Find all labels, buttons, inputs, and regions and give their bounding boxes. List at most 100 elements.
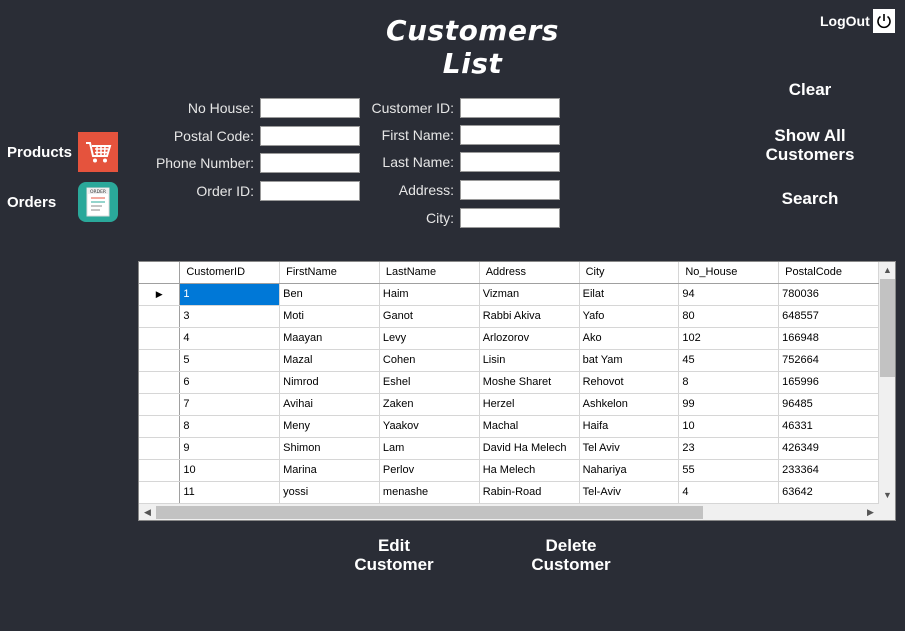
table-row[interactable]: 3 Moti Ganot Rabbi Akiva Yafo 80 648557 [139,305,879,328]
column-header[interactable]: PostalCode [778,262,879,284]
table-cell[interactable]: Eilat [579,283,680,306]
table-cell[interactable]: Moshe Sharet [479,371,580,394]
column-header[interactable]: Address [479,262,580,284]
row-header[interactable] [139,327,181,350]
table-row[interactable]: 5 Mazal Cohen Lisin bat Yam 45 752664 [139,349,879,372]
table-row[interactable]: 9 Shimon Lam David Ha Melech Tel Aviv 23 42634… [139,437,879,460]
table-cell[interactable]: 4 [179,327,281,350]
no-house-input[interactable] [260,98,360,118]
table-cell[interactable]: 102 [678,327,780,350]
delete-customer-button[interactable]: Delete Customer [520,536,622,574]
vertical-scroll-thumb[interactable] [880,279,895,377]
horizontal-scrollbar[interactable]: ◀ ▶ [139,504,879,520]
table-cell[interactable]: 99 [678,393,780,416]
table-cell[interactable]: 6 [179,371,281,394]
column-header[interactable]: LastName [379,262,480,284]
table-cell[interactable]: Ben [279,283,380,306]
table-cell[interactable]: Ashkelon [579,393,680,416]
first-name-input[interactable] [460,125,560,145]
table-cell[interactable]: 46331 [778,415,879,438]
column-header[interactable]: FirstName [279,262,380,284]
table-cell[interactable]: 426349 [778,437,879,460]
table-cell[interactable]: 3 [179,305,281,328]
table-cell[interactable]: Tel Aviv [579,437,680,460]
table-cell[interactable]: Lam [379,437,480,460]
table-cell[interactable]: 5 [179,349,281,372]
table-cell[interactable]: Mazal [279,349,380,372]
column-header[interactable]: CustomerID [179,262,281,284]
column-header[interactable]: City [579,262,680,284]
table-cell[interactable]: Cohen [379,349,480,372]
table-cell[interactable]: Arlozorov [479,327,580,350]
row-header[interactable] [139,349,181,372]
table-cell[interactable]: Perlov [379,459,480,482]
table-cell[interactable]: Moti [279,305,380,328]
table-cell[interactable]: Marina [279,459,380,482]
table-cell[interactable]: Yafo [579,305,680,328]
horizontal-scroll-thumb[interactable] [156,506,703,519]
table-cell[interactable]: Ha Melech [479,459,580,482]
table-cell[interactable]: 233364 [778,459,879,482]
table-cell[interactable]: 752664 [778,349,879,372]
row-header[interactable] [139,305,181,328]
table-cell[interactable]: 80 [678,305,780,328]
table-cell[interactable]: 8 [678,371,780,394]
table-cell[interactable]: Shimon [279,437,380,460]
table-cell[interactable]: 63642 [778,481,879,504]
table-cell[interactable]: Avihai [279,393,380,416]
table-cell[interactable]: 9 [179,437,281,460]
edit-customer-button[interactable]: Edit Customer [344,536,444,574]
table-cell[interactable]: Nahariya [579,459,680,482]
table-cell[interactable]: 23 [678,437,780,460]
address-input[interactable] [460,180,560,200]
table-row[interactable]: 4 Maayan Levy Arlozorov Ako 102 166948 [139,327,879,350]
table-cell[interactable]: Rabbi Akiva [479,305,580,328]
customer-id-input[interactable] [460,98,560,118]
table-cell[interactable]: Haifa [579,415,680,438]
table-cell[interactable]: 10 [678,415,780,438]
table-cell[interactable]: Herzel [479,393,580,416]
phone-number-input[interactable] [260,153,360,173]
table-cell[interactable]: Nimrod [279,371,380,394]
table-cell[interactable]: 1 [179,283,281,306]
table-cell[interactable]: Rabin-Road [479,481,580,504]
table-cell[interactable]: Maayan [279,327,380,350]
table-cell[interactable]: 10 [179,459,281,482]
search-button[interactable]: Search [760,189,860,208]
products-button[interactable]: Products [7,132,118,172]
table-cell[interactable]: Lisin [479,349,580,372]
table-cell[interactable]: 4 [678,481,780,504]
table-cell[interactable]: 11 [179,481,281,504]
table-cell[interactable]: 165996 [778,371,879,394]
row-header[interactable] [139,393,181,416]
customers-grid[interactable]: CustomerID FirstName LastName Address Ci… [138,261,896,521]
scroll-up-icon[interactable]: ▲ [879,262,895,279]
table-cell[interactable]: Tel-Aviv [579,481,680,504]
orders-button[interactable]: Orders ORDER [7,182,118,222]
table-row[interactable]: 7 Avihai Zaken Herzel Ashkelon 99 96485 [139,393,879,416]
table-cell[interactable]: Eshel [379,371,480,394]
logout-button[interactable]: LogOut [820,9,895,33]
table-cell[interactable]: 96485 [778,393,879,416]
table-cell[interactable]: Meny [279,415,380,438]
table-cell[interactable]: Zaken [379,393,480,416]
order-id-input[interactable] [260,181,360,201]
table-cell[interactable]: David Ha Melech [479,437,580,460]
city-input[interactable] [460,208,560,228]
scroll-down-icon[interactable]: ▼ [879,487,895,504]
column-header[interactable]: No_House [678,262,780,284]
table-row[interactable]: 6 Nimrod Eshel Moshe Sharet Rehovot 8 165996 [139,371,879,394]
table-cell[interactable]: 780036 [778,283,879,306]
table-cell[interactable]: Ako [579,327,680,350]
table-row[interactable]: ▶ 1 Ben Haim Vizman Eilat 94 780036 [139,283,879,306]
table-cell[interactable]: Rehovot [579,371,680,394]
row-header[interactable]: ▶ [139,283,181,306]
row-header[interactable] [139,371,181,394]
row-header[interactable] [139,459,181,482]
last-name-input[interactable] [460,152,560,172]
table-row[interactable]: 8 Meny Yaakov Machal Haifa 10 46331 [139,415,879,438]
show-all-customers-button[interactable]: Show All Customers [750,126,870,164]
table-cell[interactable]: yossi [279,481,380,504]
table-cell[interactable]: Vizman [479,283,580,306]
table-cell[interactable]: 7 [179,393,281,416]
